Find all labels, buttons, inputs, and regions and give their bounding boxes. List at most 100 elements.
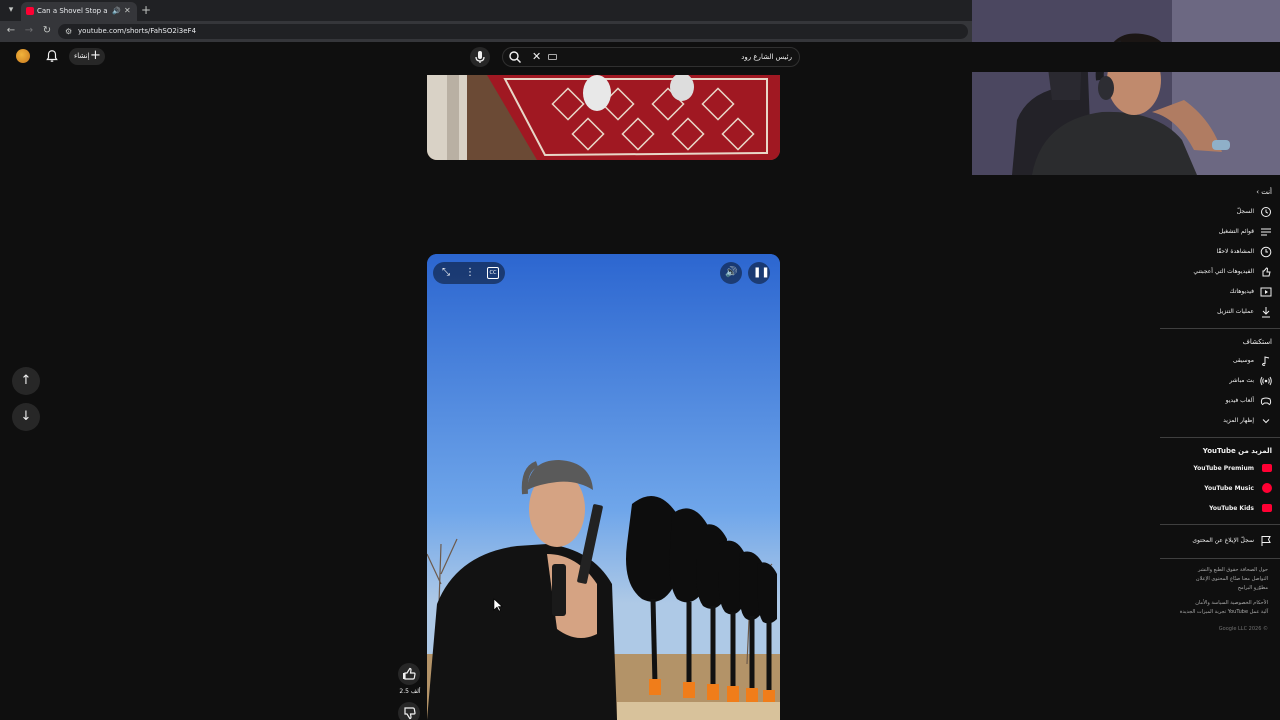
search-input[interactable] — [560, 49, 792, 64]
tab-title: Can a Shovel Stop a Bullet? — [37, 7, 109, 15]
browser-tab-bar: ▾ Can a Shovel Stop a Bullet? 🔊 ✕ + — [0, 0, 972, 21]
history-icon — [1261, 207, 1271, 217]
keyboard-icon[interactable] — [548, 54, 557, 60]
sidebar-item-live[interactable]: بث مباشر — [1160, 372, 1272, 390]
thumbs-up-icon — [403, 667, 416, 680]
captions-icon[interactable]: CC — [487, 267, 499, 279]
webcam-overlay — [972, 0, 1280, 175]
sidebar-item-youtube-premium[interactable]: YouTube Premium — [1160, 460, 1272, 478]
youtube-music-icon — [1262, 483, 1272, 493]
footer-links[interactable]: الأحكام الخصوصية السياسة والأمان — [1195, 599, 1268, 607]
sidebar-divider — [1160, 558, 1280, 559]
new-tab-button[interactable]: + — [141, 3, 151, 17]
webcam-person-image — [972, 0, 1280, 175]
tab-search-chevron-icon[interactable]: ▾ — [4, 4, 18, 17]
site-info-icon[interactable]: ⚙ — [65, 25, 72, 38]
more-from-youtube-heading: المزيد من YouTube — [1202, 447, 1272, 455]
sidebar-item-liked[interactable]: الفيديوهات التي أعجبتني — [1160, 263, 1272, 281]
sidebar-item-label: عمليات التنزيل — [1217, 308, 1254, 315]
you-section-heading[interactable]: أنت › — [1256, 186, 1272, 198]
search-icon[interactable] — [508, 50, 522, 64]
previous-short-button[interactable]: ↑ — [12, 367, 40, 395]
sidebar-item-label: YouTube Music — [1204, 485, 1254, 492]
sidebar-item-history[interactable]: السجلّ — [1160, 203, 1272, 221]
create-button[interactable]: إنشاء + — [69, 48, 105, 65]
chevron-down-icon — [1262, 419, 1270, 424]
flag-icon — [1261, 536, 1271, 546]
thumbs-down-icon — [404, 707, 416, 720]
sidebar-item-label: YouTube Premium — [1193, 465, 1254, 472]
tab-audio-icon[interactable]: 🔊 — [112, 5, 121, 17]
next-short-button[interactable]: ↓ — [12, 403, 40, 431]
footer-links[interactable]: حول الصحافة حقوق الطبع والنشر — [1198, 566, 1268, 574]
like-count: 2.5 ألف — [399, 688, 421, 695]
short-video-player[interactable]: ⤡ ⋮ CC 🔊 ❚❚ — [427, 254, 780, 720]
sidebar-item-gaming[interactable]: ألعاب فيديو — [1160, 392, 1272, 410]
sidebar-item-music[interactable]: موسيقى — [1160, 352, 1272, 370]
microphone-icon — [475, 51, 485, 63]
footer-links[interactable]: مطوّرو البرامج — [1238, 584, 1268, 592]
video-frame-image — [427, 254, 780, 720]
sidebar-item-label: ألعاب فيديو — [1225, 397, 1254, 404]
liked-videos-icon — [1262, 267, 1271, 277]
mouse-cursor-icon — [493, 598, 503, 612]
sidebar-item-label: سجلّ الإبلاغ عن المحتوى — [1192, 537, 1254, 544]
sidebar-item-watch-later[interactable]: المشاهدة لاحقًا — [1160, 243, 1272, 261]
url-text[interactable]: youtube.com/shorts/FahSO2i3eF4 — [78, 25, 196, 38]
sidebar-item-youtube-music[interactable]: YouTube Music — [1160, 480, 1272, 498]
pause-button[interactable]: ❚❚ — [748, 262, 770, 284]
volume-button[interactable]: 🔊 — [720, 262, 742, 284]
tab-close-icon[interactable]: ✕ — [124, 5, 131, 17]
sidebar-divider — [1160, 524, 1280, 525]
your-videos-icon — [1260, 287, 1272, 297]
copyright: © 2026 Google LLC — [1218, 626, 1268, 632]
notifications-bell-icon[interactable] — [45, 49, 59, 63]
sidebar-item-label: المشاهدة لاحقًا — [1216, 248, 1254, 255]
previous-short-thumbnail[interactable] — [427, 75, 780, 160]
gaming-icon — [1260, 397, 1272, 406]
sidebar-divider — [1160, 328, 1280, 329]
footer-links[interactable]: آلية عمل YouTube تجربة الميزات الجديدة — [1180, 608, 1268, 616]
plus-icon: + — [90, 48, 101, 63]
live-icon — [1260, 376, 1272, 386]
music-icon — [1261, 356, 1270, 366]
sidebar-item-label: الفيديوهات التي أعجبتني — [1193, 268, 1254, 275]
create-label: إنشاء — [74, 52, 90, 60]
account-avatar[interactable] — [16, 49, 30, 63]
sidebar-item-your-videos[interactable]: فيديوهاتك — [1160, 283, 1272, 301]
reload-icon[interactable]: ↻ — [40, 24, 54, 38]
browser-tab[interactable]: Can a Shovel Stop a Bullet? 🔊 ✕ — [21, 2, 137, 21]
sidebar-divider — [1160, 437, 1280, 438]
back-icon[interactable]: ← — [4, 24, 18, 38]
forward-icon[interactable]: → — [22, 24, 36, 38]
playlists-icon — [1261, 228, 1271, 236]
watch-later-icon — [1260, 246, 1272, 258]
pause-icon: ❚❚ — [753, 267, 770, 278]
youtube-favicon-icon — [26, 7, 34, 15]
voice-search-button[interactable] — [470, 47, 490, 67]
omnibox[interactable]: ⚙ youtube.com/shorts/FahSO2i3eF4 — [58, 24, 968, 39]
sidebar-item-label: موسيقى — [1232, 357, 1254, 364]
more-options-icon[interactable]: ⋮ — [464, 267, 476, 279]
sidebar-item-label: السجلّ — [1236, 208, 1254, 215]
footer-links[interactable]: التواصل معنا صنّاع المحتوى الإعلان — [1196, 575, 1268, 583]
sidebar-item-label: فيديوهاتك — [1229, 288, 1254, 295]
explore-heading: استكشاف — [1242, 338, 1272, 346]
clear-search-icon[interactable]: ✕ — [532, 49, 541, 64]
guide-sidebar: أنت › السجلّ قوائم التشغيل المشاهدة لاحق… — [1160, 178, 1280, 720]
sidebar-item-report-history[interactable]: سجلّ الإبلاغ عن المحتوى — [1160, 532, 1272, 550]
rug-scene-image — [427, 75, 780, 160]
sidebar-item-downloads[interactable]: عمليات التنزيل — [1160, 303, 1272, 321]
sidebar-item-label: إظهار المزيد — [1223, 417, 1254, 424]
sidebar-item-youtube-kids[interactable]: YouTube Kids — [1160, 500, 1272, 518]
you-heading-label: أنت — [1261, 188, 1272, 196]
fullscreen-icon[interactable]: ⤡ — [440, 267, 452, 279]
sidebar-item-show-more[interactable]: إظهار المزيد — [1160, 412, 1272, 430]
sidebar-item-playlists[interactable]: قوائم التشغيل — [1160, 223, 1272, 241]
sidebar-item-label: قوائم التشغيل — [1218, 228, 1254, 235]
volume-icon: 🔊 — [725, 267, 738, 278]
dislike-button[interactable] — [398, 702, 420, 720]
sidebar-item-label: بث مباشر — [1229, 377, 1254, 384]
like-button[interactable] — [398, 663, 420, 685]
short-left-controls: ⤡ ⋮ CC — [433, 262, 505, 284]
